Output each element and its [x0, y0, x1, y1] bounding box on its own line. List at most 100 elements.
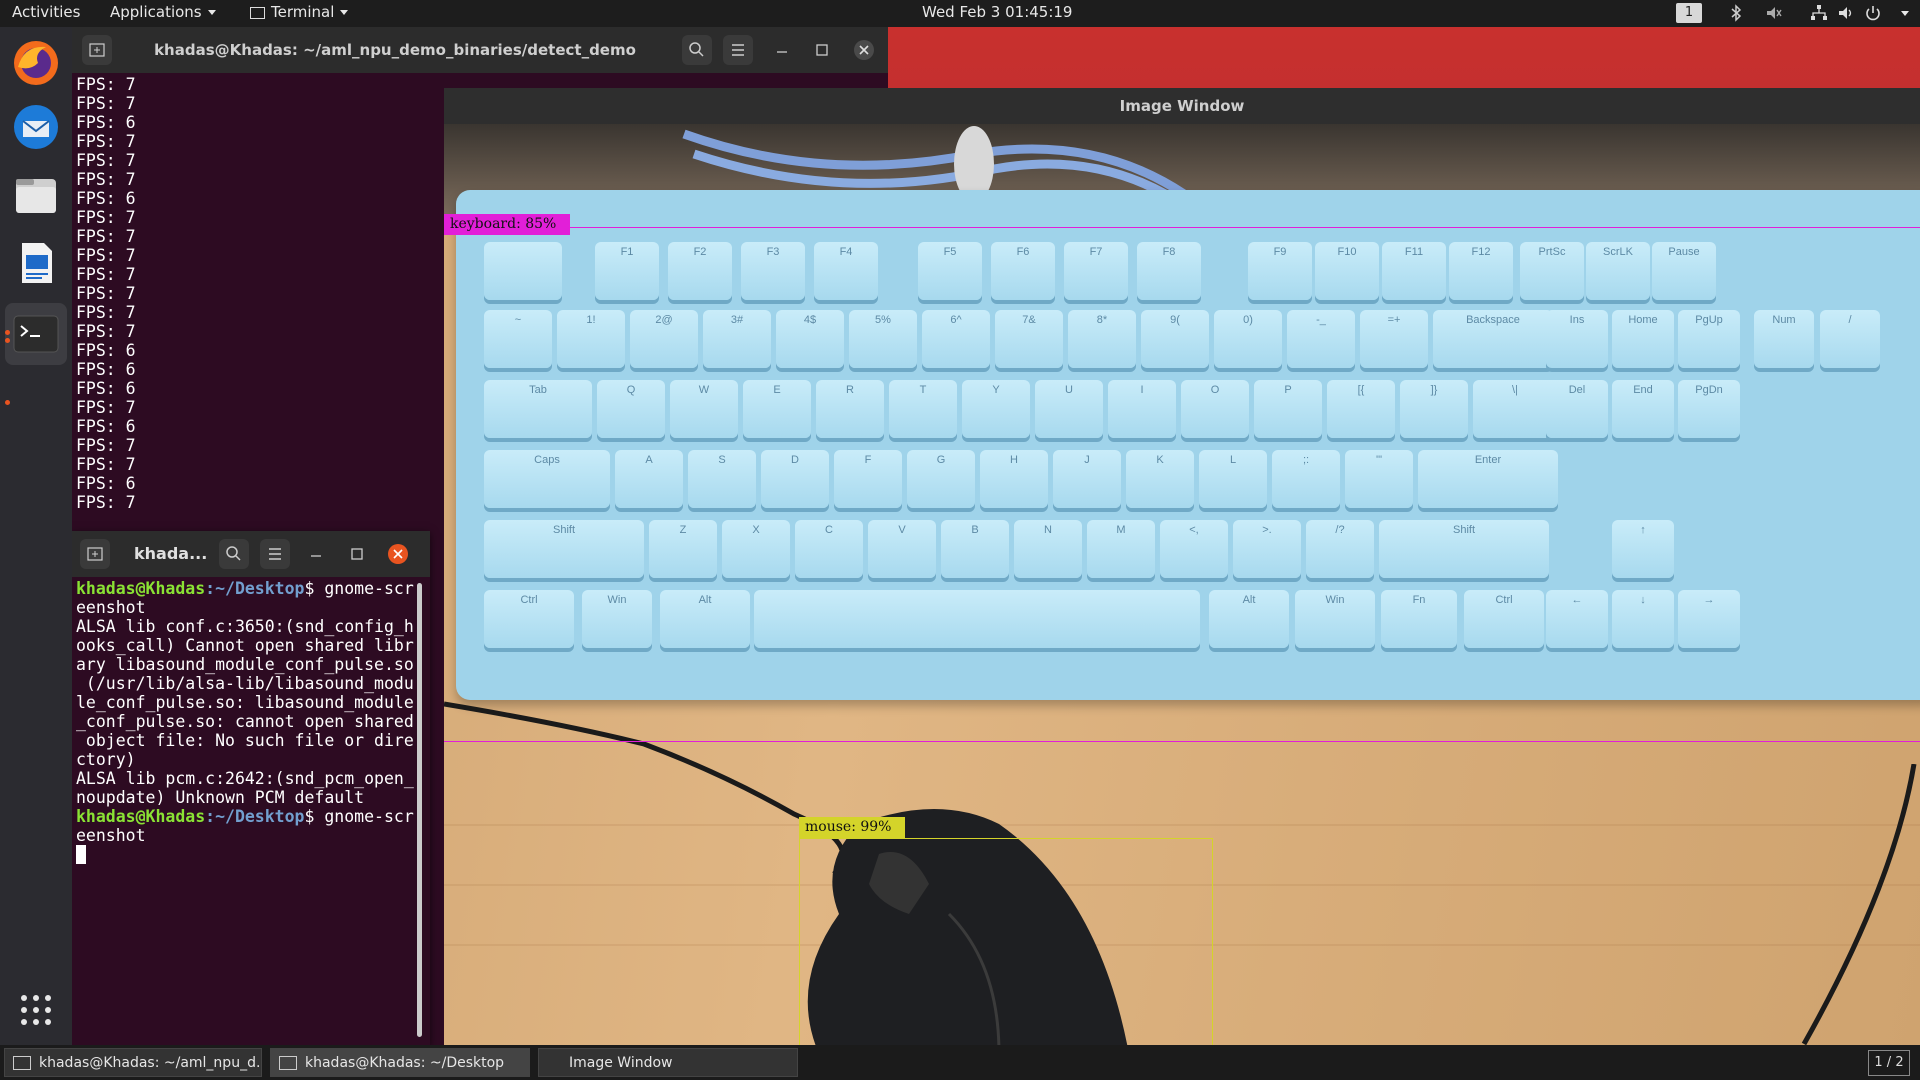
workspace-indicator[interactable]: 1: [1676, 3, 1702, 23]
firefox-icon[interactable]: [10, 37, 62, 89]
bluetooth-icon[interactable]: [1727, 4, 1745, 22]
close-icon[interactable]: [386, 542, 410, 566]
fps-line: FPS: 7: [76, 94, 136, 113]
image-window[interactable]: Image Window F1 F2 F3 F4 F5 F6 F7 F8 F9 F10 F11 F12…: [444, 88, 1920, 1045]
new-tab-icon: [87, 547, 103, 561]
workspace-pager[interactable]: 1 / 2: [1868, 1050, 1910, 1076]
chevron-down-icon: [207, 10, 216, 15]
new-tab-button[interactable]: [80, 539, 110, 569]
terminal-window-desktop[interactable]: khada... khadas@Khadas:~/Desktop$ gnome-…: [72, 531, 430, 1045]
thunderbird-icon[interactable]: [10, 101, 62, 153]
terminal-icon[interactable]: [10, 308, 62, 360]
writer-icon[interactable]: [10, 237, 62, 289]
window-title: khada...: [134, 544, 208, 563]
maximize-icon[interactable]: [347, 544, 367, 564]
terminal-icon: [13, 1056, 31, 1070]
fps-line: FPS: 6: [76, 417, 136, 436]
volume-icon[interactable]: [1837, 4, 1855, 22]
terminal-titlebar[interactable]: khadas@Khadas: ~/aml_npu_demo_binaries/d…: [72, 27, 888, 73]
terminal-output: khadas@Khadas:~/Desktop$ gnome-scr eensh…: [76, 579, 414, 845]
task-terminal-detect[interactable]: khadas@Khadas: ~/aml_npu_d...: [4, 1048, 262, 1077]
task-label: Image Window: [569, 1055, 673, 1071]
fps-line: FPS: 7: [76, 436, 136, 455]
fps-line: FPS: 7: [76, 75, 136, 94]
alsa-error-output: ALSA lib conf.c:3650:(snd_config_h ooks_…: [76, 617, 414, 807]
window-title[interactable]: Image Window: [444, 88, 1920, 124]
fps-line: FPS: 7: [76, 284, 136, 303]
task-terminal-desktop[interactable]: khadas@Khadas: ~/Desktop: [270, 1048, 530, 1077]
terminal-menu-icon: [250, 6, 265, 19]
fps-line: FPS: 7: [76, 132, 136, 151]
prompt-user: khadas@Khadas: [76, 807, 206, 826]
fps-line: FPS: 7: [76, 227, 136, 246]
network-icon[interactable]: [1810, 4, 1828, 22]
command-text-cont: eenshot: [76, 598, 146, 617]
fps-line: FPS: 7: [76, 170, 136, 189]
hamburger-icon: [269, 548, 281, 560]
fps-line: FPS: 7: [76, 493, 136, 512]
fps-line: FPS: 6: [76, 113, 136, 132]
applications-menu[interactable]: Applications: [110, 3, 216, 21]
app-grid-icon[interactable]: [18, 992, 54, 1028]
prompt-path: :~/Desktop: [205, 807, 305, 826]
keyboard-detection-box: [444, 227, 1920, 742]
fps-line: FPS: 7: [76, 455, 136, 474]
new-tab-icon: [89, 43, 105, 57]
prompt-user: khadas@Khadas: [76, 579, 206, 598]
terminal-titlebar[interactable]: khada...: [72, 531, 430, 577]
search-button[interactable]: [219, 539, 249, 569]
fps-line: FPS: 7: [76, 151, 136, 170]
fps-line: FPS: 6: [76, 474, 136, 493]
task-label: khadas@Khadas: ~/Desktop: [305, 1055, 505, 1071]
task-image-window[interactable]: Image Window: [538, 1048, 798, 1077]
clock[interactable]: Wed Feb 3 01:45:19: [922, 3, 1072, 21]
bottom-taskbar: khadas@Khadas: ~/aml_npu_d... khadas@Kha…: [0, 1045, 1920, 1080]
running-indicator: [5, 330, 10, 335]
applications-label: Applications: [110, 3, 202, 21]
terminal-menu-label: Terminal: [271, 3, 335, 21]
menu-button[interactable]: [260, 539, 290, 569]
chevron-down-icon: [340, 10, 349, 15]
camera-frame: F1 F2 F3 F4 F5 F6 F7 F8 F9 F10 F11 F12 PrtSc ScrLK Pau…: [444, 124, 1920, 1045]
command-text-cont: eenshot: [76, 826, 146, 845]
fps-line: FPS: 7: [76, 265, 136, 284]
system-menu-chevron-icon[interactable]: [1901, 11, 1909, 16]
fps-line: FPS: 7: [76, 303, 136, 322]
mouse-detection-label: mouse: 99%: [799, 817, 906, 838]
terminal-menu[interactable]: Terminal: [250, 3, 349, 21]
minimize-icon[interactable]: [772, 40, 792, 60]
fps-line: FPS: 7: [76, 398, 136, 417]
activities-button[interactable]: Activities: [12, 3, 80, 21]
terminal-output: FPS: 7 FPS: 7 FPS: 6 FPS: 7 FPS: 7 FPS: 7 FPS:…: [76, 75, 136, 512]
task-label: khadas@Khadas: ~/aml_npu_d...: [39, 1055, 262, 1071]
files-icon[interactable]: [10, 169, 62, 221]
fps-line: FPS: 7: [76, 322, 136, 341]
new-tab-button[interactable]: [82, 35, 112, 65]
hamburger-icon: [732, 44, 744, 56]
fps-line: FPS: 6: [76, 360, 136, 379]
scrollbar[interactable]: [417, 583, 422, 1037]
running-indicator: [5, 400, 10, 405]
menu-button[interactable]: [723, 35, 753, 65]
close-icon[interactable]: [852, 38, 876, 62]
fps-line: FPS: 6: [76, 189, 136, 208]
running-indicator: [5, 338, 10, 343]
speaker-muted-icon[interactable]: [1765, 4, 1783, 22]
search-button[interactable]: [682, 35, 712, 65]
cable-right: [1801, 764, 1917, 1045]
maximize-icon[interactable]: [812, 40, 832, 60]
prompt-path: :~/Desktop: [205, 579, 305, 598]
keyboard-detection-label: keyboard: 85%: [444, 214, 571, 235]
terminal-icon: [279, 1056, 297, 1070]
fps-line: FPS: 7: [76, 208, 136, 227]
minimize-icon[interactable]: [306, 544, 326, 564]
command-text: $ gnome-scr: [304, 579, 414, 598]
search-icon: [226, 546, 241, 561]
power-icon[interactable]: [1864, 4, 1882, 22]
dock: [0, 27, 72, 1045]
top-bar: Activities Applications Terminal Wed Feb…: [0, 0, 1920, 27]
window-title: khadas@Khadas: ~/aml_npu_demo_binaries/d…: [154, 41, 636, 59]
fps-line: FPS: 6: [76, 379, 136, 398]
terminal-cursor: [76, 845, 86, 864]
fps-line: FPS: 7: [76, 246, 136, 265]
